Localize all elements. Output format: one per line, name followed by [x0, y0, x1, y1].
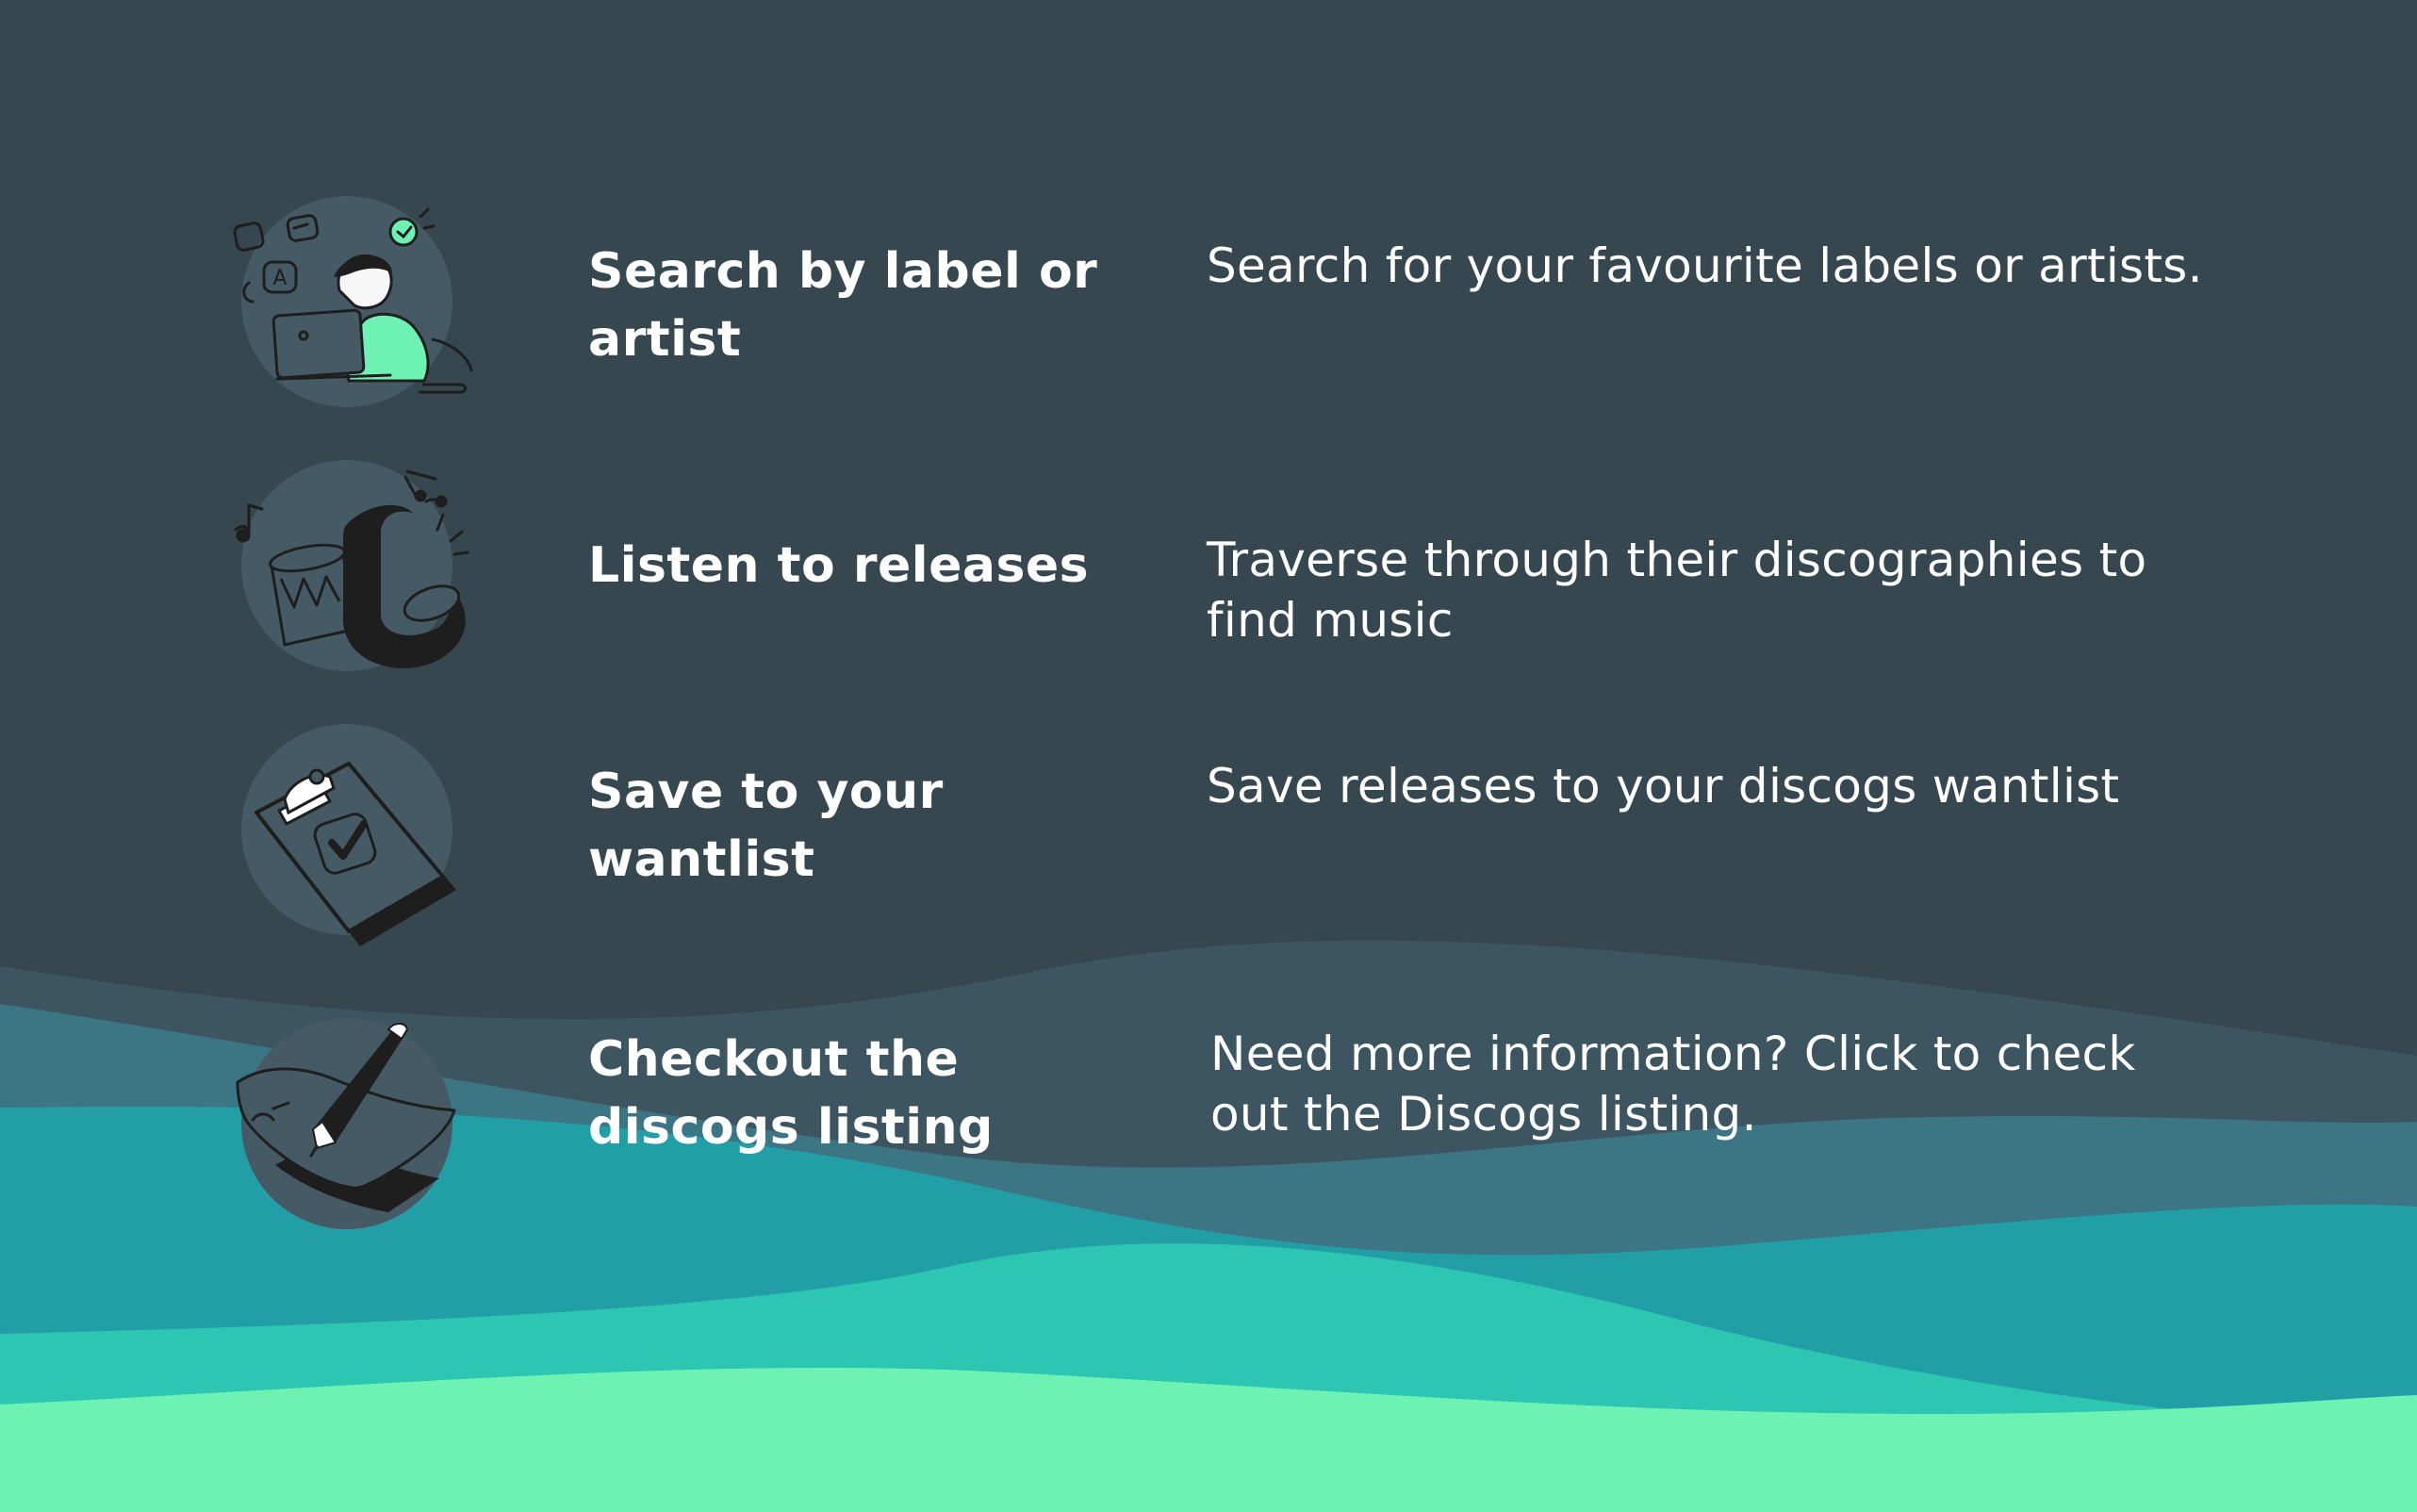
- music-instruments-icon: [234, 469, 469, 668]
- feature-description: Need more information? Click to check ou…: [1210, 1027, 2136, 1142]
- pen-paper-icon: [236, 1023, 456, 1212]
- svg-text:A: A: [272, 267, 287, 290]
- person-laptop-icon: A: [233, 207, 473, 394]
- feature-description: Traverse through their discographies to …: [1207, 533, 2147, 648]
- clipboard-check-icon: [255, 762, 456, 946]
- feature-page: A Search by label or artist Search for y…: [0, 0, 2417, 1512]
- feature-title: Search by label or artist: [588, 243, 1098, 368]
- feature-description: Save releases to your discogs wantlist: [1207, 759, 2120, 814]
- feature-title: Checkout the discogs listing: [588, 1031, 994, 1156]
- feature-title: Listen to releases: [588, 537, 1090, 594]
- feature-title: Save to your wantlist: [588, 764, 944, 888]
- feature-description: Search for your favourite labels or arti…: [1207, 238, 2203, 293]
